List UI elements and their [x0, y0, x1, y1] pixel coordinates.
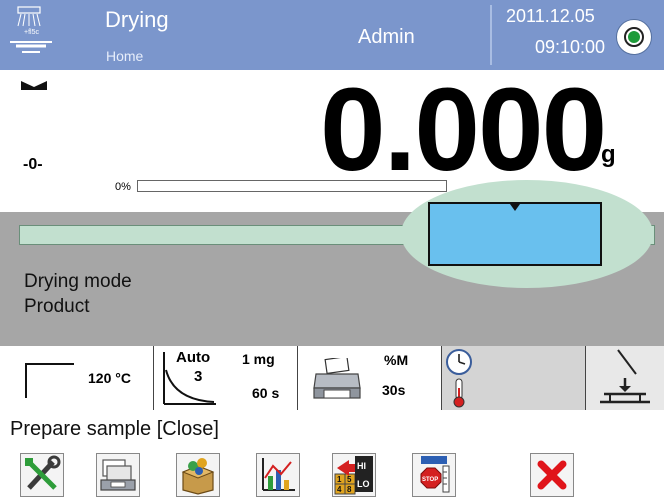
- process-area: Drying mode Product: [0, 180, 664, 347]
- lo-label: LO: [357, 479, 370, 489]
- printout-cell[interactable]: %M 30s: [298, 346, 442, 410]
- svg-text:+fl5c: +fl5c: [24, 29, 39, 36]
- clock-icon: [445, 348, 473, 381]
- timer-cell[interactable]: [442, 346, 586, 410]
- temperature-value: 120 °C: [88, 370, 131, 386]
- status-dot: [628, 31, 640, 43]
- print-interval: 30s: [382, 382, 406, 398]
- header-divider: [490, 5, 492, 65]
- checkweighing-hi-lo-icon: 1 5 4 8 HI LO: [334, 456, 373, 495]
- progress-bar: [137, 180, 447, 192]
- checkweighing-button[interactable]: 1 5 4 8 HI LO: [332, 453, 376, 497]
- parameter-row: 120 °C Auto 3 1 mg 60 s %M 30s: [0, 346, 664, 411]
- progress-bar-label: 0%: [115, 181, 131, 193]
- keypad-digit: 1: [337, 475, 342, 484]
- drying-lamp-icon[interactable]: +fl5c: [8, 6, 78, 64]
- auto-number: 3: [194, 368, 203, 385]
- stop-button[interactable]: STOP: [412, 453, 456, 497]
- result-unit: %M: [384, 352, 409, 368]
- drying-mode-value: Product: [24, 296, 90, 317]
- tools-icon: [25, 455, 61, 490]
- database-button[interactable]: [96, 453, 140, 497]
- chart-icon: [262, 458, 295, 491]
- record-status-icon[interactable]: [616, 19, 652, 55]
- weight-value: 0.000: [320, 64, 607, 196]
- time-display: 09:10:00: [535, 37, 606, 57]
- resolution-value: 1 mg: [242, 351, 275, 367]
- drying-mode-label: Drying mode: [24, 271, 132, 292]
- stop-text: STOP: [422, 477, 438, 483]
- finish-mode-cell[interactable]: Auto 3 1 mg 60 s: [154, 346, 298, 410]
- settings-button[interactable]: [20, 453, 64, 497]
- status-message: Prepare sample [Close]: [10, 418, 219, 440]
- pan-cell[interactable]: [586, 346, 664, 410]
- stop-sign-icon: STOP: [420, 456, 450, 493]
- weighing-pan-icon: [598, 348, 652, 411]
- keypad-digit: 5: [347, 475, 352, 484]
- breadcrumb: Home: [106, 48, 144, 64]
- header-bar: +fl5c Drying Home Admin 2011.12.05 09:10…: [0, 0, 664, 71]
- status-row: Prepare sample [Close]: [0, 410, 664, 449]
- auto-label: Auto: [176, 349, 211, 366]
- user-name[interactable]: Admin: [358, 26, 415, 49]
- close-button[interactable]: [530, 453, 574, 497]
- hi-label: HI: [357, 461, 366, 471]
- database-icon: [100, 459, 136, 491]
- weight-unit: g: [601, 141, 616, 168]
- window-pointer-icon: [510, 204, 520, 211]
- thermometer-icon: [453, 378, 465, 413]
- bottom-toolbar: 1 5 4 8 HI LO STOP: [0, 448, 664, 502]
- printer-icon: [312, 355, 362, 405]
- app-title: Drying: [105, 7, 169, 32]
- keypad-digit: 8: [347, 485, 352, 494]
- product-box-icon: [181, 458, 215, 495]
- tolerance-window: [428, 202, 602, 266]
- finish-time-value: 60 s: [252, 385, 280, 401]
- keypad-digit: 4: [337, 485, 342, 494]
- date-display: 2011.12.05: [506, 6, 595, 26]
- standard-profile-icon: [24, 362, 76, 403]
- stability-marker-icon: [21, 78, 47, 96]
- close-icon: [537, 460, 567, 490]
- zero-indicator: -0-: [23, 156, 43, 173]
- graph-button[interactable]: [256, 453, 300, 497]
- temperature-cell[interactable]: 120 °C: [0, 346, 154, 410]
- product-button[interactable]: [176, 453, 220, 497]
